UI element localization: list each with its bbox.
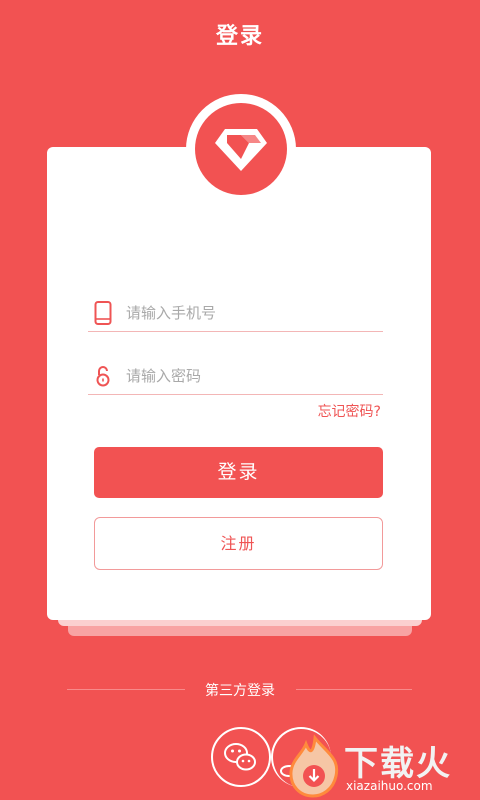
watermark-title: 下载火 [344, 744, 452, 784]
phone-icon [94, 301, 112, 325]
wechat-login-button[interactable] [211, 727, 271, 787]
login-button[interactable]: 登录 [94, 447, 383, 498]
register-button[interactable]: 注册 [94, 517, 383, 570]
lock-icon [96, 366, 110, 387]
page-title: 登录 [215, 24, 264, 49]
phone-field [88, 295, 383, 332]
third-party-label: 第三方登录 [205, 683, 275, 699]
watermark-url: xiazaihuo.com [346, 779, 433, 793]
password-field [88, 358, 383, 395]
phone-input[interactable] [124, 299, 378, 327]
flame-logo-icon [289, 734, 339, 798]
forgot-password-link[interactable]: 忘记密码? [318, 401, 381, 421]
password-input[interactable] [124, 362, 378, 390]
diamond-logo-icon [215, 129, 267, 171]
wechat-icon [224, 743, 256, 771]
app-logo [195, 103, 287, 195]
watermark: 下载火 xiazaihuo.com [282, 734, 480, 800]
